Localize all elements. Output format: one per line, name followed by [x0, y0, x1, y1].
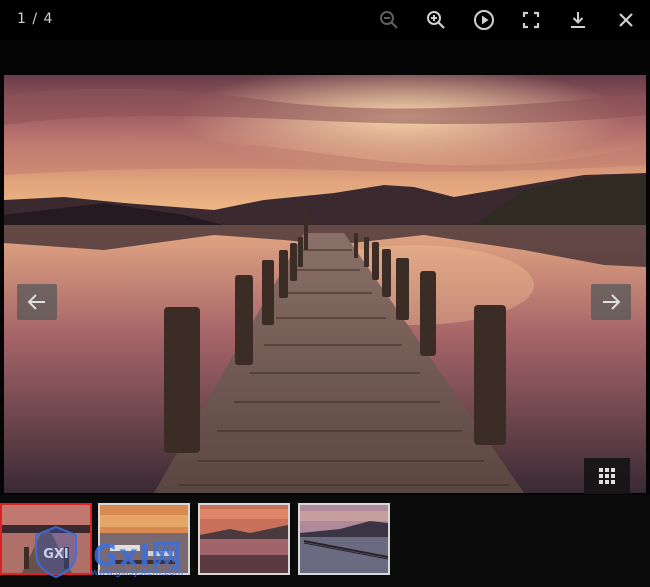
arrow-right-icon [603, 294, 621, 310]
thumbnail-image [300, 505, 388, 573]
play-icon [474, 10, 494, 30]
next-image-button[interactable] [591, 284, 631, 320]
previous-image-button[interactable] [17, 284, 57, 320]
pier-sunset-photo [4, 75, 646, 493]
thumbnail-image [200, 505, 288, 573]
main-image [4, 75, 646, 493]
download-icon [571, 12, 585, 28]
zoom-out-button[interactable] [377, 8, 401, 32]
zoom-in-button[interactable] [424, 8, 448, 32]
grid-icon [599, 468, 615, 484]
image-counter: 1 / 4 [17, 11, 54, 27]
slideshow-play-button[interactable] [472, 8, 496, 32]
zoom-in-icon [427, 11, 445, 29]
fullscreen-button[interactable] [519, 8, 543, 32]
arrow-left-icon [27, 294, 45, 310]
thumbnail-1[interactable] [0, 503, 92, 575]
thumbnail-image [100, 505, 188, 573]
image-viewer: 1 / 4 GXI GxI网 www.gxlsystem.com [0, 0, 650, 587]
thumbnail-2[interactable] [98, 503, 190, 575]
thumbnail-image [2, 505, 90, 573]
zoom-out-icon [380, 11, 398, 29]
thumbnail-3[interactable] [198, 503, 290, 575]
thumbnail-4[interactable] [298, 503, 390, 575]
fullscreen-icon [522, 11, 540, 29]
download-button[interactable] [566, 8, 590, 32]
close-icon [619, 13, 633, 27]
close-button[interactable] [614, 8, 638, 32]
viewer-toolbar: 1 / 4 [0, 0, 650, 40]
thumbnail-strip [0, 495, 650, 587]
thumbnail-toggle-button[interactable] [584, 458, 630, 494]
